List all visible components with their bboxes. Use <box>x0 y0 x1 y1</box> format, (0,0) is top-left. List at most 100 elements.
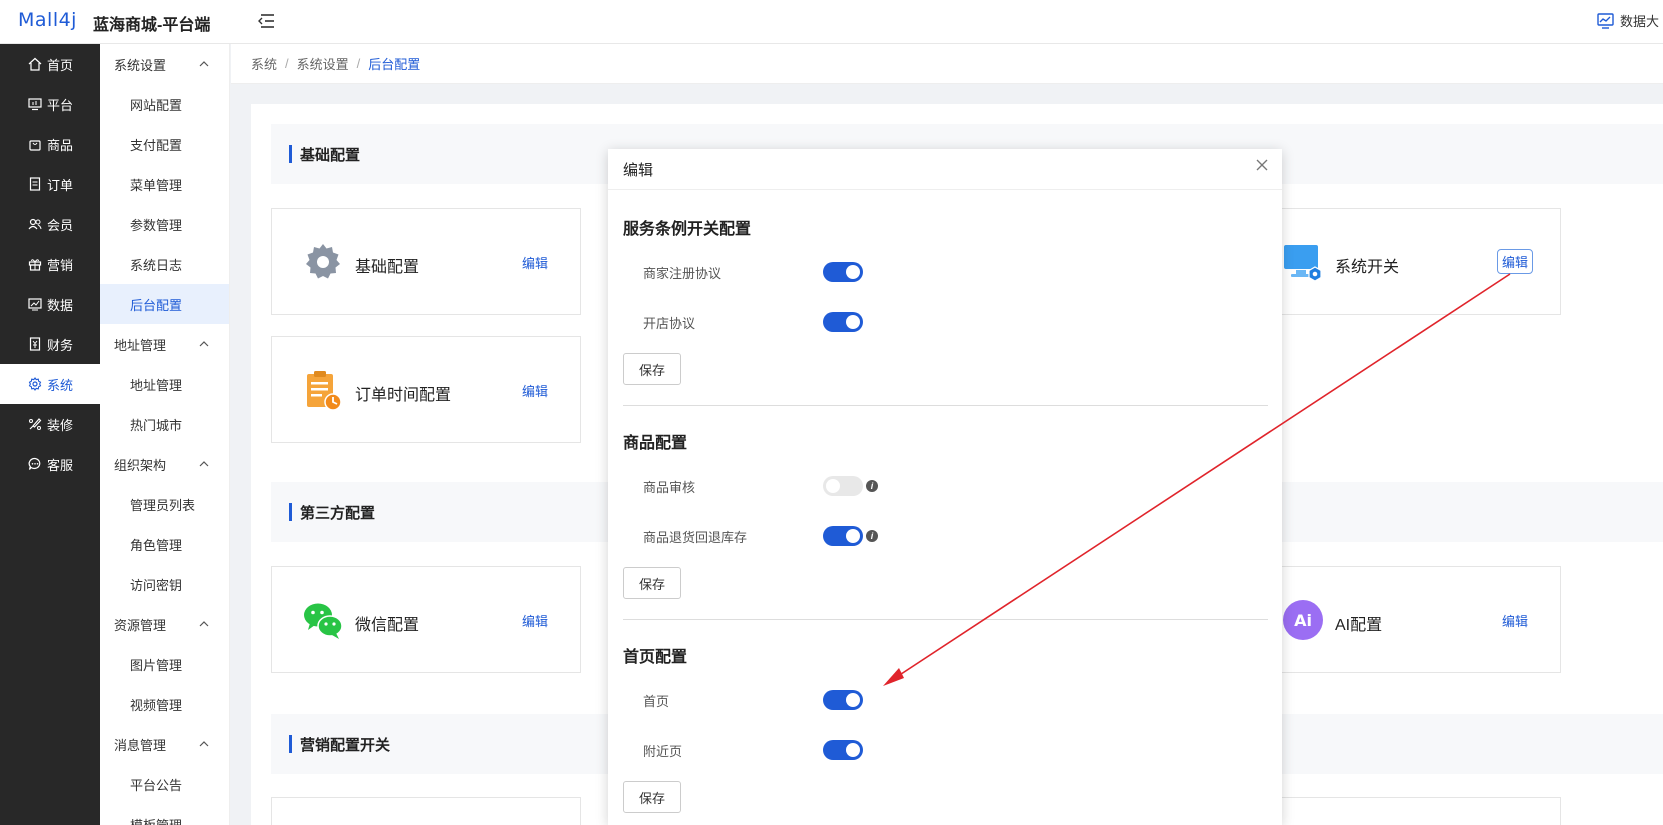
config-card-partial <box>1251 797 1561 825</box>
subnav-item[interactable]: 菜单管理 <box>100 164 229 204</box>
chevron-up-icon <box>199 741 209 747</box>
sidebar-item-service[interactable]: 客服 <box>0 444 100 484</box>
secondary-sidebar: 系统设置 网站配置 支付配置 菜单管理 参数管理 系统日志 后台配置 地址管理 … <box>100 44 230 825</box>
dialog-section-title: 首页配置 <box>623 649 688 666</box>
subnav-item[interactable]: 平台公告 <box>100 764 229 804</box>
subnav-item[interactable]: 参数管理 <box>100 204 229 244</box>
gear-icon <box>28 377 42 391</box>
logo[interactable]: Mall4j <box>18 9 77 31</box>
chevron-up-icon <box>199 61 209 67</box>
config-card-order-time: 订单时间配置 编辑 <box>271 336 581 443</box>
dialog-title: 编辑 <box>623 161 654 179</box>
subnav-item[interactable]: 热门城市 <box>100 404 229 444</box>
wechat-icon <box>304 603 343 639</box>
chat-icon <box>28 457 41 470</box>
subnav-item[interactable]: 图片管理 <box>100 644 229 684</box>
subnav-item[interactable]: 角色管理 <box>100 524 229 564</box>
edit-link[interactable]: 编辑 <box>522 611 548 630</box>
gift-icon <box>28 259 42 271</box>
subnav-item[interactable]: 管理员列表 <box>100 484 229 524</box>
edit-dialog: 编辑 服务条例开关配置 商家注册协议 开店协议 保存 商品配置 商品审核 i 商… <box>608 149 1282 825</box>
subnav-item[interactable]: 网站配置 <box>100 84 229 124</box>
bag-icon <box>29 140 41 151</box>
divider <box>623 619 1268 620</box>
open-shop-agreement-switch[interactable] <box>823 312 863 332</box>
monitor-icon <box>28 98 42 111</box>
breadcrumb-item[interactable]: 系统 <box>251 54 277 73</box>
card-title: 微信配置 <box>355 617 420 634</box>
chart-monitor-icon <box>1597 12 1614 29</box>
subnav-group-messages[interactable]: 消息管理 <box>100 724 229 764</box>
sidebar-item-marketing[interactable]: 营销 <box>0 244 100 284</box>
dialog-section-title: 商品配置 <box>623 435 688 452</box>
sidebar-item-label: 财务 <box>47 337 74 353</box>
return-restock-switch[interactable] <box>823 526 863 546</box>
gear-icon <box>306 244 340 279</box>
sidebar-item-home[interactable]: 首页 <box>0 44 100 84</box>
nearby-page-switch[interactable] <box>823 740 863 760</box>
info-icon[interactable]: i <box>866 530 878 542</box>
switch-label: 商家注册协议 <box>643 265 722 281</box>
save-button[interactable]: 保存 <box>623 567 681 599</box>
edit-link[interactable]: 编辑 <box>522 253 548 272</box>
subnav-item-backend-config[interactable]: 后台配置 <box>100 284 229 324</box>
sidebar-item-label: 订单 <box>47 177 74 193</box>
chevron-up-icon <box>199 341 209 347</box>
dialog-section-service-terms: 服务条例开关配置 商家注册协议 开店协议 保存 <box>623 207 1268 406</box>
subnav-group-label: 系统设置 <box>114 57 167 73</box>
homepage-switch[interactable] <box>823 690 863 710</box>
switch-row: 商家注册协议 <box>623 247 1268 297</box>
sidebar-item-platform[interactable]: 平台 <box>0 84 100 124</box>
divider <box>623 405 1268 406</box>
chevron-up-icon <box>199 461 209 467</box>
subnav-item[interactable]: 支付配置 <box>100 124 229 164</box>
info-icon[interactable]: i <box>866 480 878 492</box>
sidebar-item-orders[interactable]: 订单 <box>0 164 100 204</box>
subnav-group-label: 地址管理 <box>114 337 167 353</box>
subnav-item[interactable]: 系统日志 <box>100 244 229 284</box>
data-screen-link[interactable]: 数据大 <box>1597 11 1659 30</box>
dialog-header: 编辑 <box>608 149 1282 190</box>
save-button[interactable]: 保存 <box>623 353 681 385</box>
sidebar-item-goods[interactable]: 商品 <box>0 124 100 164</box>
subnav-group-resources[interactable]: 资源管理 <box>100 604 229 644</box>
subnav-group-address[interactable]: 地址管理 <box>100 324 229 364</box>
subnav-group-label: 组织架构 <box>114 457 167 473</box>
switch-label: 开店协议 <box>643 315 696 331</box>
subnav-item[interactable]: 访问密钥 <box>100 564 229 604</box>
subnav-group-label: 消息管理 <box>114 737 167 753</box>
goods-audit-switch[interactable] <box>823 476 863 496</box>
data-screen-label: 数据大 <box>1620 14 1660 29</box>
save-button[interactable]: 保存 <box>623 781 681 813</box>
edit-link-highlighted[interactable]: 编辑 <box>1496 249 1533 274</box>
sidebar-item-label: 商品 <box>47 137 74 153</box>
sidebar-item-members[interactable]: 会员 <box>0 204 100 244</box>
sidebar-item-label: 会员 <box>47 217 74 233</box>
sidebar-item-system[interactable]: 系统 <box>0 364 100 404</box>
merchant-register-agreement-switch[interactable] <box>823 262 863 282</box>
menu-fold-icon[interactable] <box>255 10 277 32</box>
subnav-item[interactable]: 模板管理 <box>100 804 229 825</box>
sidebar-item-decoration[interactable]: 装修 <box>0 404 100 444</box>
dialog-section-title: 服务条例开关配置 <box>623 221 752 238</box>
sidebar-item-finance[interactable]: 财务 <box>0 324 100 364</box>
finance-icon <box>29 337 41 351</box>
subnav-group-organization[interactable]: 组织架构 <box>100 444 229 484</box>
subnav-item[interactable]: 视频管理 <box>100 684 229 724</box>
document-icon <box>29 177 41 191</box>
close-icon[interactable] <box>1254 157 1270 173</box>
subnav-group-system-settings[interactable]: 系统设置 <box>100 44 229 84</box>
switch-label: 附近页 <box>643 743 683 759</box>
clipboard-clock-icon <box>307 371 342 411</box>
sidebar-item-data[interactable]: 数据 <box>0 284 100 324</box>
config-card-basic: 基础配置 编辑 <box>271 208 581 315</box>
subnav-item[interactable]: 地址管理 <box>100 364 229 404</box>
top-bar: Mall4j 蓝海商城-平台端 数据大 <box>0 0 1663 44</box>
config-card-partial <box>271 797 581 825</box>
edit-link[interactable]: 编辑 <box>522 381 548 400</box>
dialog-section-goods: 商品配置 商品审核 i 商品退货回退库存 i 保存 <box>623 421 1268 620</box>
breadcrumb-item[interactable]: 系统设置 <box>297 54 349 73</box>
dialog-section-homepage: 首页配置 首页 附近页 保存 <box>623 635 1268 813</box>
sidebar-item-label: 装修 <box>47 417 74 433</box>
edit-link[interactable]: 编辑 <box>1502 611 1528 630</box>
